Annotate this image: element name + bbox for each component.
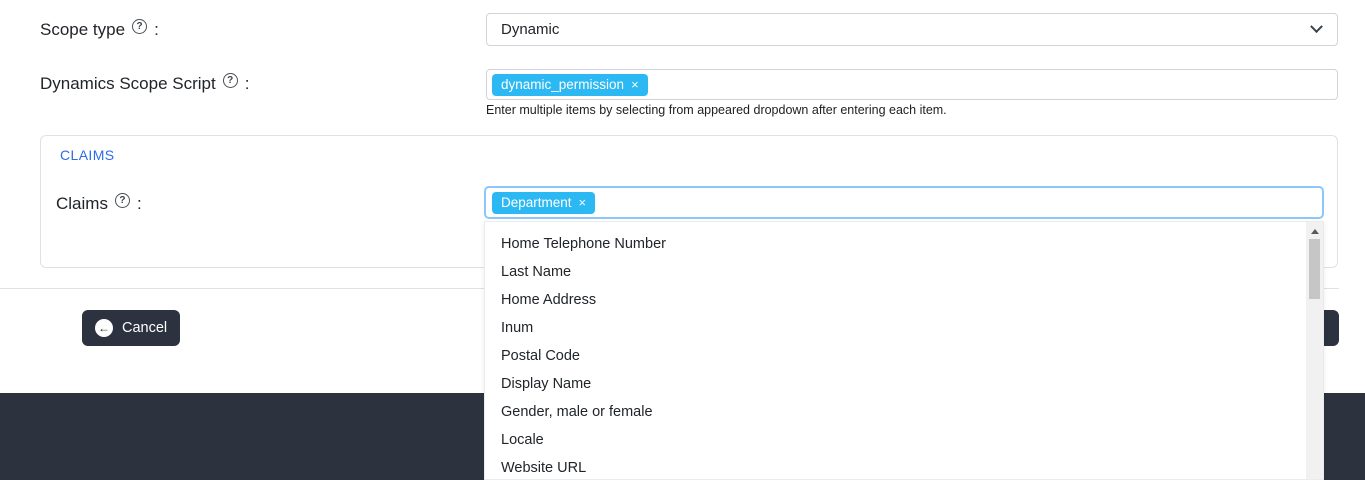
tag-chip-department: Department × — [492, 192, 595, 214]
scope-type-select[interactable]: Dynamic — [486, 13, 1338, 46]
claims-tag-input[interactable]: Department × — [484, 186, 1324, 219]
claims-section-title: CLAIMS — [60, 147, 115, 163]
scope-edit-form: Scope type ? : Dynamic Dynamics Scope Sc… — [0, 0, 1365, 480]
dropdown-option[interactable]: Home Telephone Number — [485, 230, 1323, 258]
claims-colon: : — [137, 194, 142, 214]
help-icon[interactable]: ? — [115, 193, 130, 208]
back-arrow-icon: ← — [95, 319, 113, 337]
scope-script-tag-input[interactable]: dynamic_permission × — [486, 69, 1338, 100]
cancel-button[interactable]: ← Cancel — [82, 310, 180, 346]
chevron-down-icon — [1310, 20, 1323, 33]
scope-type-colon: : — [154, 20, 159, 40]
scrollbar-up-arrow-icon[interactable] — [1311, 229, 1319, 234]
cancel-button-label: Cancel — [122, 320, 167, 336]
scope-type-label: Scope type ? : — [40, 20, 159, 40]
dropdown-option[interactable]: Last Name — [485, 258, 1323, 286]
dropdown-option[interactable]: Locale — [485, 426, 1323, 454]
claims-options-dropdown: Home Telephone Number Last Name Home Add… — [484, 221, 1324, 480]
claims-label-text: Claims — [56, 194, 108, 214]
dropdown-scrollbar[interactable] — [1306, 222, 1323, 479]
tag-chip-label: Department — [501, 195, 572, 210]
claims-label: Claims ? : — [56, 194, 142, 214]
scope-script-label-text: Dynamics Scope Script — [40, 74, 216, 94]
dropdown-option[interactable]: Inum — [485, 314, 1323, 342]
remove-tag-icon[interactable]: × — [631, 77, 639, 92]
scope-script-helper-text: Enter multiple items by selecting from a… — [486, 103, 947, 117]
help-icon[interactable]: ? — [223, 73, 238, 88]
help-icon[interactable]: ? — [132, 19, 147, 34]
scope-type-selected-value: Dynamic — [501, 21, 1312, 38]
scope-type-label-text: Scope type — [40, 20, 125, 40]
dropdown-option[interactable]: Gender, male or female — [485, 398, 1323, 426]
dropdown-option[interactable]: Postal Code — [485, 342, 1323, 370]
scope-script-colon: : — [245, 74, 250, 94]
tag-chip-dynamic-permission: dynamic_permission × — [492, 74, 648, 96]
dropdown-option[interactable]: Display Name — [485, 370, 1323, 398]
scope-script-label: Dynamics Scope Script ? : — [40, 74, 249, 94]
scrollbar-thumb[interactable] — [1309, 239, 1320, 299]
dropdown-option[interactable]: Website URL — [485, 454, 1323, 480]
remove-tag-icon[interactable]: × — [579, 195, 587, 210]
dropdown-option[interactable]: Home Address — [485, 286, 1323, 314]
tag-chip-label: dynamic_permission — [501, 77, 624, 92]
